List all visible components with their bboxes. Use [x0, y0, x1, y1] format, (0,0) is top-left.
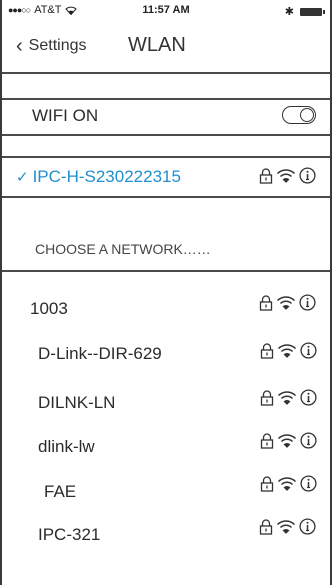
wifi-icon [277, 390, 297, 405]
divider [2, 134, 330, 136]
info-icon[interactable] [299, 518, 316, 535]
choose-network-header: CHOOSE A NETWORK…… [35, 241, 211, 257]
divider [2, 156, 330, 158]
phone-screen: ●●●○○ AT&T 11:57 AM ✱ ‹ Settings WLAN WI… [0, 0, 332, 585]
network-name: DILNK-LN [38, 393, 116, 412]
bluetooth-icon: ✱ [284, 6, 294, 18]
connected-network-row[interactable]: ✓ IPC-H-S230222315 [16, 167, 181, 187]
network-name: 1003 [30, 299, 68, 318]
wifi-icon [277, 476, 297, 491]
connected-network-name: IPC-H-S230222315 [32, 167, 181, 186]
network-row[interactable]: D-Link--DIR-629 [2, 336, 330, 372]
divider [2, 196, 330, 198]
network-icons [260, 475, 317, 492]
lock-icon [260, 389, 274, 406]
network-name: FAE [44, 482, 77, 501]
battery-icon [300, 7, 325, 16]
checkmark-icon: ✓ [16, 169, 29, 186]
info-icon[interactable] [300, 432, 317, 449]
divider [2, 270, 330, 272]
network-row[interactable]: 1003 [2, 291, 330, 327]
info-icon[interactable] [300, 342, 317, 359]
back-label: Settings [28, 37, 87, 54]
wifi-icon [277, 343, 297, 358]
wifi-toggle-switch[interactable] [282, 106, 316, 124]
status-time: 11:57 AM [142, 4, 190, 16]
network-name: D-Link--DIR-629 [38, 344, 162, 363]
network-row[interactable]: dlink-lw [2, 429, 330, 465]
wifi-toggle-label: WIFI ON [32, 106, 99, 125]
status-bar: ●●●○○ AT&T 11:57 AM ✱ [2, 0, 330, 22]
network-icons [260, 432, 317, 449]
chevron-left-icon: ‹ [16, 35, 23, 57]
wifi-icon [276, 295, 296, 310]
lock-icon [260, 432, 274, 449]
network-icons [260, 342, 317, 359]
network-name: dlink-lw [38, 437, 95, 456]
divider [2, 72, 330, 74]
info-icon[interactable] [300, 389, 317, 406]
info-icon[interactable] [299, 167, 316, 184]
network-row[interactable]: IPC-321 [2, 517, 330, 553]
divider [2, 98, 330, 100]
toggle-knob [300, 108, 314, 122]
lock-icon [260, 342, 274, 359]
info-icon[interactable] [299, 294, 316, 311]
network-icons [259, 294, 316, 311]
network-icons [259, 518, 316, 535]
lock-icon [259, 167, 273, 184]
network-row[interactable]: DILNK-LN [2, 385, 330, 421]
lock-icon [259, 294, 273, 311]
wifi-icon [277, 433, 297, 448]
connected-network-icons [259, 167, 316, 184]
page-title: WLAN [128, 34, 186, 56]
network-icons [260, 389, 317, 406]
status-right: ✱ [284, 5, 325, 18]
network-name: IPC-321 [38, 525, 101, 544]
back-button[interactable]: ‹ Settings [16, 35, 87, 57]
network-row[interactable]: FAE [2, 474, 330, 510]
wifi-icon [276, 168, 296, 183]
wifi-icon [276, 519, 296, 534]
lock-icon [260, 475, 274, 492]
lock-icon [259, 518, 273, 535]
info-icon[interactable] [300, 475, 317, 492]
